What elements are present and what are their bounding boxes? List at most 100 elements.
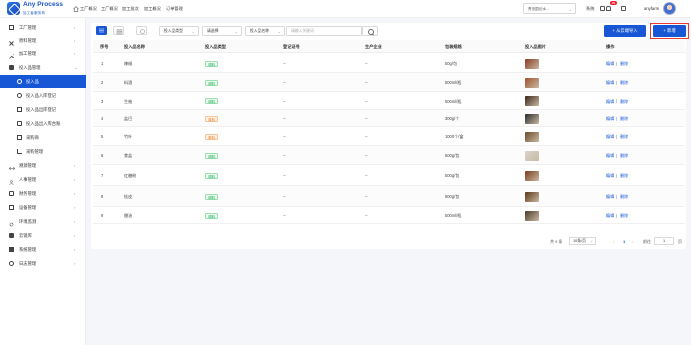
sidebar-item-purchase-management[interactable]: 采购管理 — [0, 145, 86, 158]
sidebar-item-cloud[interactable]: 云镜库 › — [0, 229, 86, 242]
chevron-down-icon: ⌄ — [74, 65, 78, 70]
site-select[interactable]: 青岛国记水... ⌄ — [523, 3, 576, 14]
sidebar-item-label: 环境监测 — [19, 219, 37, 224]
edit-button[interactable]: 编辑 — [606, 153, 614, 159]
chevron-down-icon: ⌄ — [191, 29, 195, 34]
edit-button[interactable]: 编辑 — [606, 134, 614, 140]
input-image[interactable] — [525, 210, 539, 221]
system-link[interactable]: 系统 — [586, 6, 594, 12]
input-image[interactable] — [525, 150, 539, 161]
input-image[interactable] — [525, 170, 539, 181]
delete-button[interactable]: 删除 — [620, 153, 628, 159]
edit-button[interactable]: 编辑 — [606, 173, 614, 179]
table-row[interactable]: 3 生抽 调料 -- -- 500ml/瓶 编辑 删除 — [93, 92, 685, 110]
delete-button[interactable]: 删除 — [620, 116, 628, 122]
sidebar-item-raw-material[interactable]: 原料管理 › — [0, 34, 86, 47]
sidebar-item-purchaser[interactable]: 采购商 — [0, 131, 86, 144]
row-index: 4 — [101, 116, 104, 121]
delete-button[interactable]: 删除 — [620, 80, 628, 86]
current-page[interactable]: 1 — [623, 238, 625, 246]
sidebar-item-label: 投入品出入库台账 — [26, 121, 61, 126]
name-select[interactable]: 投入品名称 ⌄ — [245, 26, 285, 36]
nav-order-management[interactable]: 订单管理 — [166, 6, 183, 12]
sidebar-item-hr[interactable]: 人事管理 › — [0, 173, 86, 186]
table-row[interactable]: 4 盐巴 原料 -- -- 300g/个 编辑 删除 — [93, 110, 685, 127]
edit-button[interactable]: 编辑 — [606, 213, 614, 219]
settings-button[interactable] — [136, 26, 147, 35]
avatar[interactable] — [663, 2, 676, 15]
page-size-select[interactable]: 10条/页 ⌄ — [569, 237, 596, 245]
list-view-button[interactable] — [96, 26, 107, 35]
sidebar-item-inputs-group[interactable]: 投入品管理 ⌄ — [0, 61, 86, 74]
action-divider — [616, 213, 617, 218]
input-image[interactable] — [525, 77, 539, 88]
edit-button[interactable]: 编辑 — [606, 194, 614, 200]
status-select[interactable]: 请选择 ⌄ — [202, 26, 242, 36]
sidebar-item-finance[interactable]: 财务管理 › — [0, 187, 86, 200]
message-icon[interactable] — [621, 6, 626, 11]
edit-button[interactable]: 编辑 — [606, 61, 614, 67]
column-header: 登记证号 — [283, 44, 300, 49]
nav-factory-overview[interactable]: 工厂概况 — [80, 6, 97, 12]
sidebar-item-factory[interactable]: 工厂管理 › — [0, 21, 86, 34]
input-image[interactable] — [525, 191, 539, 202]
fullscreen-icon[interactable] — [600, 6, 605, 11]
factory-icon — [9, 25, 14, 30]
table-row[interactable]: 9 醋油 调料 -- -- 500ml/瓶 编辑 删除 — [93, 207, 685, 224]
edit-button[interactable]: 编辑 — [606, 80, 614, 86]
delete-button[interactable]: 删除 — [620, 99, 628, 105]
sidebar-item-processing[interactable]: 加工管理 › — [0, 47, 86, 60]
table-row[interactable]: 5 竹叶 原料 -- -- 1000个/盒 编辑 删除 — [93, 127, 685, 146]
sidebar-item-environment[interactable]: 环境监测 › — [0, 215, 86, 228]
nav-factory-overview-2[interactable]: 工厂概况 — [101, 6, 118, 12]
table-row[interactable]: 8 桂皮 调料 -- -- 500g/包 编辑 删除 — [93, 186, 685, 207]
sidebar-item-inbound[interactable]: 投入品入库登记 — [0, 89, 86, 102]
sidebar-item-device[interactable]: 设备管理 › — [0, 201, 86, 214]
table-row[interactable]: 7 红糖粉 调料 -- -- 500g/包 编辑 删除 — [93, 165, 685, 186]
delete-button[interactable]: 删除 — [620, 134, 628, 140]
gear-icon — [140, 29, 145, 34]
sidebar-item-ledger[interactable]: 投入品出入库台账 — [0, 117, 86, 130]
grid-view-button[interactable] — [113, 26, 124, 35]
table-row[interactable]: 2 料酒 调料 -- -- 500ml/瓶 编辑 删除 — [93, 73, 685, 92]
input-image[interactable] — [525, 58, 539, 69]
sidebar-item-inputs[interactable]: 投入品 — [0, 75, 86, 88]
username[interactable]: anyfarm — [644, 6, 659, 11]
sidebar-item-system[interactable]: 系统管理 › — [0, 243, 86, 256]
next-page-button[interactable]: › — [632, 238, 633, 246]
prev-page-button[interactable]: ‹ — [613, 238, 614, 246]
input-type-tag: 调料 — [205, 172, 219, 179]
circle-icon — [17, 79, 22, 84]
delete-button[interactable]: 删除 — [620, 61, 628, 67]
input-type-tag: 原料 — [205, 133, 219, 140]
search-input[interactable]: 请输入关键词 — [286, 26, 362, 36]
edit-button[interactable]: 编辑 — [606, 116, 614, 122]
input-name: 辣椒 — [124, 61, 133, 66]
table-row[interactable]: 1 辣椒 调料 -- -- 50g/包 编辑 删除 — [93, 54, 685, 73]
search-button[interactable] — [362, 26, 378, 36]
app-logo-icon[interactable] — [7, 2, 20, 15]
action-divider — [616, 80, 617, 85]
nav-processing-batch[interactable]: 加工批次 — [122, 6, 139, 12]
input-type-select[interactable]: 投入品类型 ⌄ — [159, 26, 199, 36]
input-image[interactable] — [525, 131, 539, 142]
grid-icon — [116, 29, 123, 35]
sidebar-item-trace[interactable]: 溯源管理 › — [0, 159, 86, 172]
edit-button[interactable]: 编辑 — [606, 99, 614, 105]
home-icon[interactable] — [73, 6, 79, 12]
action-divider — [616, 173, 617, 178]
input-image[interactable] — [525, 113, 539, 124]
delete-button[interactable]: 删除 — [620, 213, 628, 219]
import-from-cloud-button[interactable]: + 从云端导入 — [604, 25, 646, 37]
sidebar-item-label: 投入品管理 — [19, 65, 41, 70]
manufacturer: -- — [365, 173, 368, 178]
table-row[interactable]: 6 食盐 调料 -- -- 500g/包 编辑 删除 — [93, 146, 685, 165]
delete-button[interactable]: 删除 — [620, 173, 628, 179]
nav-processing-overview[interactable]: 加工概况 — [144, 6, 161, 12]
input-image[interactable] — [525, 96, 539, 106]
bell-icon[interactable] — [606, 6, 611, 11]
goto-page-input[interactable]: 1 — [654, 237, 674, 245]
sidebar-item-logs[interactable]: 日志管理 › — [0, 257, 86, 270]
delete-button[interactable]: 删除 — [620, 194, 628, 200]
sidebar-item-outbound[interactable]: 投入品出库登记 — [0, 103, 86, 116]
